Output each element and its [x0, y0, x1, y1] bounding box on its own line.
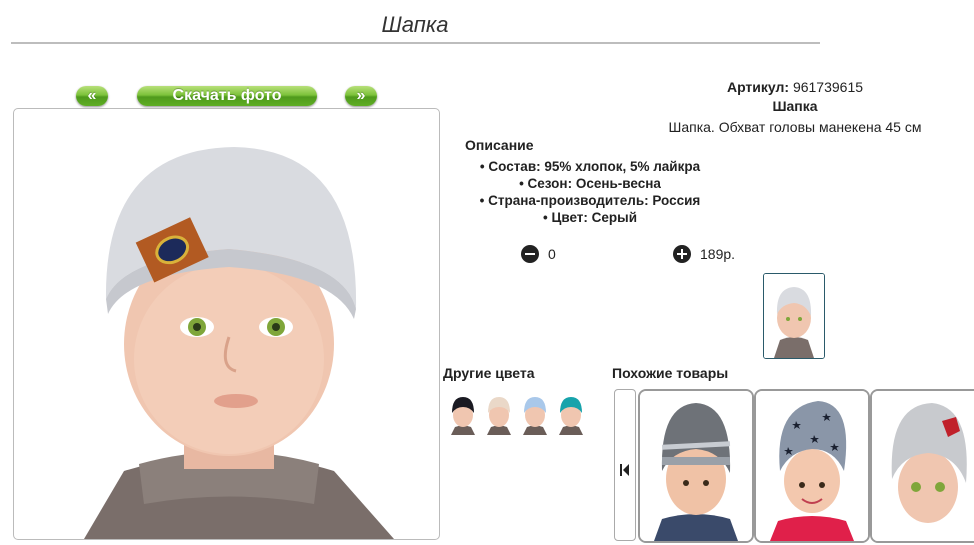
plus-icon[interactable]	[673, 245, 691, 263]
photo-thumbnail[interactable]	[763, 273, 825, 359]
similar-product-card[interactable]	[870, 389, 974, 543]
article-line: Артикул: 961739615	[630, 79, 960, 95]
price-value: 189р.	[700, 246, 736, 262]
article-value: 961739615	[792, 79, 864, 95]
grey-emblem-hat-product-image	[872, 391, 974, 541]
color-swatch-light-blue[interactable]	[519, 393, 551, 435]
article-label: Артикул:	[726, 79, 790, 95]
similar-product-card[interactable]	[754, 389, 870, 543]
description-item: Сезон: Осень-весна	[465, 175, 715, 192]
description-list: Состав: 95% хлопок, 5% лайкра Сезон: Осе…	[465, 158, 715, 226]
product-name: Шапка	[772, 98, 818, 114]
product-photo[interactable]	[13, 108, 440, 540]
star-print-hat-product-image	[756, 391, 868, 541]
description-heading: Описание	[465, 137, 534, 153]
other-colors-heading: Другие цвета	[443, 365, 535, 381]
similar-products-heading: Похожие товары	[612, 365, 729, 381]
product-short-description: Шапка. Обхват головы манекена 45 см	[668, 119, 922, 135]
description-item: Цвет: Серый	[465, 209, 715, 226]
mannequin-with-hat-image	[84, 147, 394, 539]
color-swatch-teal[interactable]	[555, 393, 587, 435]
download-photo-button[interactable]: Скачать фото	[137, 86, 317, 106]
quantity-value: 0	[548, 246, 556, 262]
black-hat-swatch	[451, 397, 475, 435]
next-photo-button[interactable]: »	[345, 86, 377, 106]
similar-product-card[interactable]	[638, 389, 754, 543]
description-item: Состав: 95% хлопок, 5% лайкра	[465, 158, 715, 175]
description-item: Страна-производитель: Россия	[465, 192, 715, 209]
light-blue-hat-swatch	[523, 397, 547, 435]
title-divider	[11, 42, 820, 44]
beige-hat-swatch	[487, 397, 511, 435]
color-swatch-beige[interactable]	[483, 393, 515, 435]
thumbnail-image	[764, 274, 824, 358]
teal-hat-swatch	[559, 397, 583, 435]
minus-icon[interactable]	[521, 245, 539, 263]
carousel-first-button[interactable]	[614, 389, 636, 541]
striped-hat-product-image	[640, 391, 752, 541]
first-page-icon	[620, 464, 629, 476]
prev-photo-button[interactable]: «	[76, 86, 108, 106]
color-swatch-black[interactable]	[447, 393, 479, 435]
page-title: Шапка	[381, 12, 449, 37]
